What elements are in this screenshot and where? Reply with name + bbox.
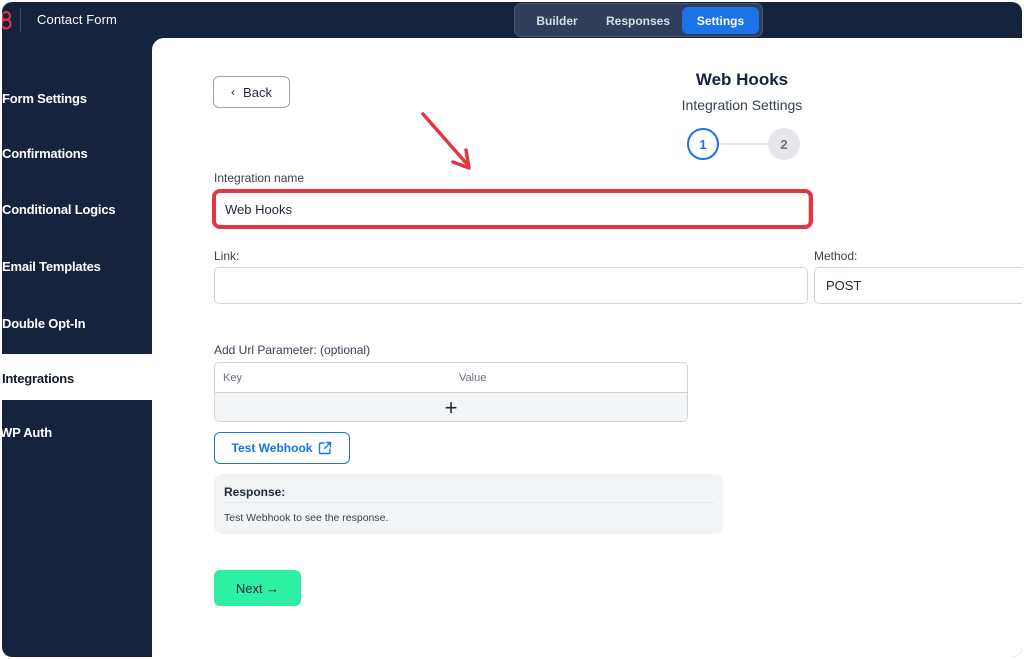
step-connector — [720, 143, 768, 145]
chevron-left-icon: ‹ — [231, 85, 236, 99]
sidebar-curve-bottom — [2, 400, 152, 420]
sidebar-item-email-templates[interactable]: Email Templates — [2, 259, 152, 274]
page-subtitle: Integration Settings — [681, 97, 803, 113]
response-divider — [222, 502, 715, 503]
back-button-label: Back — [243, 84, 272, 100]
integration-name-label: Integration name — [214, 171, 305, 185]
link-label: Link: — [214, 249, 240, 263]
sidebar-item-conditional-logics[interactable]: Conditional Logics — [2, 202, 152, 217]
test-webhook-label: Test Webhook — [231, 441, 313, 455]
page-title: Web Hooks — [695, 70, 789, 89]
tab-builder[interactable]: Builder — [523, 7, 591, 34]
method-label: Method: — [814, 249, 858, 263]
next-button[interactable]: Next → — [214, 570, 301, 606]
sidebar-item-integrations[interactable]: Integrations — [2, 371, 152, 386]
tab-responses[interactable]: Responses — [598, 7, 678, 34]
sidebar-item-wp-auth[interactable]: WP Auth — [2, 425, 150, 440]
view-tabs: Builder Responses Settings — [514, 3, 763, 37]
params-header-value: Value — [459, 372, 487, 384]
link-input[interactable] — [214, 267, 808, 304]
top-bar: Contact Form Builder Responses Settings — [2, 2, 1022, 38]
params-header-row: Key Value — [215, 363, 687, 393]
external-link-icon — [319, 441, 332, 455]
add-parameter-button[interactable]: + — [215, 393, 687, 421]
response-title: Response: — [224, 485, 286, 499]
sidebar-item-confirmations[interactable]: Confirmations — [2, 146, 152, 161]
step-2-indicator[interactable]: 2 — [768, 128, 800, 160]
logo-icon — [2, 11, 12, 30]
back-button[interactable]: ‹ Back — [213, 76, 290, 108]
plus-icon: + — [444, 394, 458, 420]
tab-settings[interactable]: Settings — [682, 7, 759, 34]
sidebar-item-form-settings[interactable]: Form Settings — [2, 91, 152, 106]
integration-name-input[interactable] — [213, 191, 809, 227]
annotation-arrow-icon — [421, 112, 471, 170]
app-title: Contact Form — [37, 12, 117, 27]
test-webhook-button[interactable]: Test Webhook — [214, 432, 350, 464]
step-1-indicator[interactable]: 1 — [687, 128, 719, 160]
top-divider — [20, 8, 21, 32]
response-text: Test Webhook to see the response. — [224, 512, 389, 524]
url-params-table: Key Value + — [214, 362, 688, 422]
main-panel: ‹ Back Web Hooks Integration Settings 1 … — [152, 38, 1022, 657]
params-header-key: Key — [223, 372, 242, 384]
response-panel: Response: Test Webhook to see the respon… — [214, 474, 723, 534]
url-params-label: Add Url Parameter: (optional) — [214, 343, 371, 357]
method-select[interactable] — [814, 267, 1022, 304]
app-window: Contact Form Builder Responses Settings … — [2, 2, 1022, 657]
sidebar-curve-top — [2, 334, 152, 354]
settings-sidebar: Form Settings Confirmations Conditional … — [2, 38, 152, 657]
sidebar-item-double-opt-in[interactable]: Double Opt-In — [2, 316, 152, 331]
